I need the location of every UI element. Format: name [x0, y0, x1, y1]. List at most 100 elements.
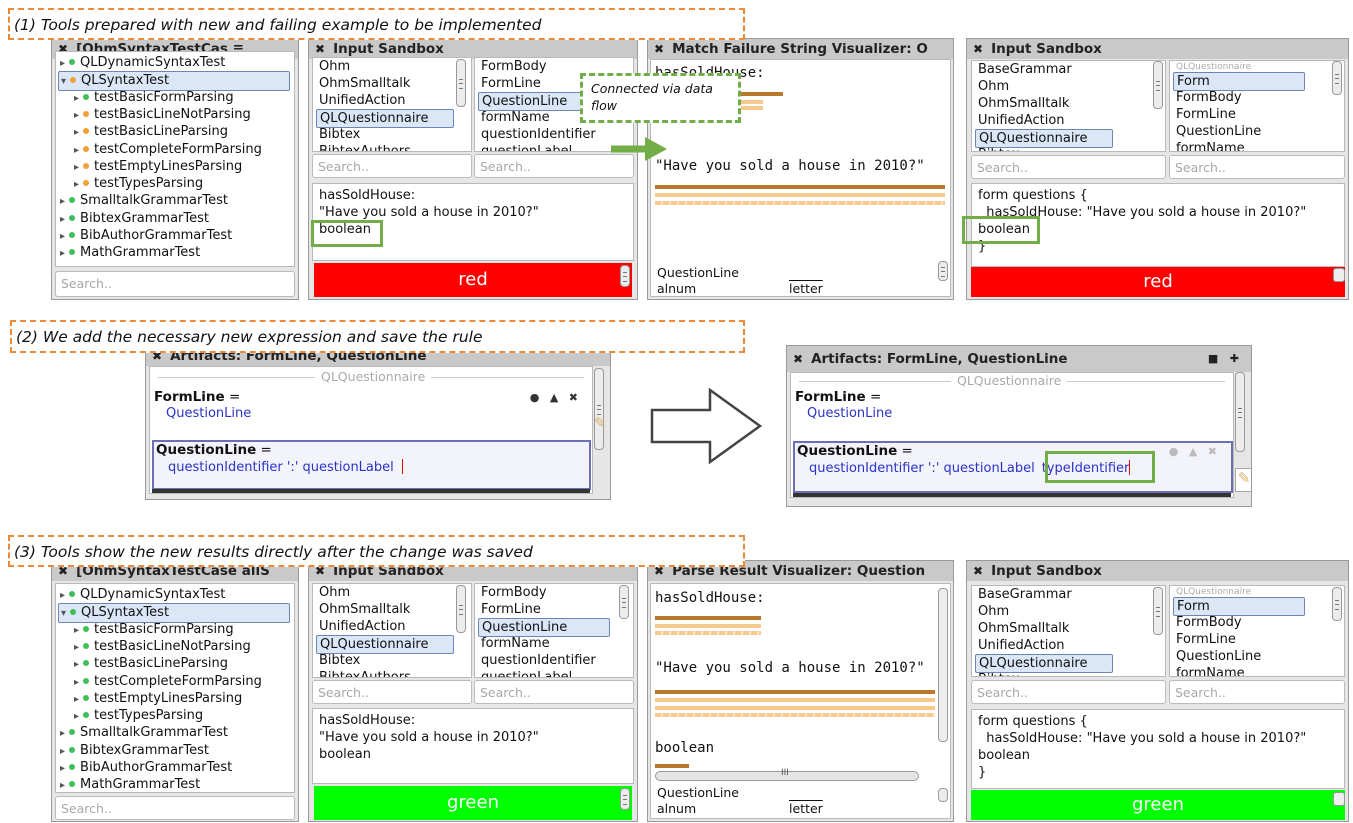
list-item[interactable]: OhmSmalltalk	[978, 95, 1069, 112]
grammar-search-input[interactable]: Search..	[971, 155, 1166, 179]
rule-body-formline[interactable]: QuestionLine	[166, 406, 251, 421]
visualizer-title-bar[interactable]: ✖ Match Failure String Visualizer: O	[648, 39, 953, 59]
chevron-right-icon[interactable]: ▸	[60, 728, 65, 739]
list-item[interactable]: BaseGrammar	[978, 586, 1072, 603]
list-item[interactable]: Bibtex	[978, 671, 1019, 676]
status-scroll-handle[interactable]	[620, 265, 630, 287]
list-item[interactable]: FormBody	[1176, 89, 1242, 106]
status-scroll-handle[interactable]	[620, 788, 630, 810]
list-item[interactable]: formName	[1176, 140, 1245, 151]
chevron-right-icon[interactable]: ▸	[74, 145, 79, 156]
test-tree-item[interactable]: ▸ MathGrammarTest	[60, 776, 200, 792]
rule-list-scrollbar[interactable]	[1332, 587, 1342, 621]
list-item[interactable]: Bibtex	[319, 126, 360, 143]
list-item[interactable]: Ohm	[978, 78, 1009, 95]
list-item[interactable]: formName	[1176, 665, 1245, 676]
input-text-area[interactable]: form questions { hasSoldHouse: "Have you…	[971, 709, 1345, 789]
rule-editor-questionline[interactable]: QuestionLine = questionIdentifier ':' qu…	[152, 440, 591, 490]
rule-header-formline[interactable]: FormLine =	[795, 389, 881, 405]
list-item[interactable]: FormLine	[1176, 106, 1236, 123]
rule-list-scrollbar[interactable]	[619, 585, 629, 619]
test-tree-item[interactable]: ▸ testBasicLineParsing	[74, 123, 228, 141]
grammar-list[interactable]: BaseGrammar Ohm OhmSmalltalk UnifiedAction Q…	[971, 60, 1166, 152]
test-tree-item[interactable]: ▸ BibAuthorGrammarTest	[60, 227, 232, 245]
chevron-right-icon[interactable]: ▸	[60, 746, 65, 757]
list-item[interactable]: FormLine	[481, 601, 541, 618]
test-tree-item[interactable]: ▸ testCompleteFormParsing	[74, 673, 262, 691]
rule-list[interactable]: FormBody FormLine QuestionLine formName ques…	[474, 583, 634, 678]
close-icon[interactable]: ✖	[569, 391, 578, 404]
chevron-right-icon[interactable]: ▸	[74, 659, 79, 670]
list-item[interactable]: questionIdentifier	[481, 126, 596, 143]
list-item[interactable]: UnifiedAction	[978, 112, 1065, 129]
test-tree-item[interactable]: ▸ BibtexGrammarTest	[60, 210, 209, 228]
chevron-right-icon[interactable]: ▸	[74, 694, 79, 705]
edit-pencil-icon[interactable]: ✎	[1235, 468, 1251, 492]
list-item[interactable]: formName	[481, 109, 550, 126]
test-tree-item[interactable]: ▸ testBasicLineNotParsing	[74, 638, 251, 656]
chevron-right-icon[interactable]: ▸	[74, 179, 79, 190]
chevron-right-icon[interactable]: ▸	[60, 58, 65, 69]
list-item[interactable]: QuestionLine	[1176, 123, 1261, 140]
chevron-right-icon[interactable]: ▸	[74, 110, 79, 121]
grammar-list-scrollbar[interactable]	[1153, 61, 1163, 109]
rule-editor-questionline[interactable]: QuestionLine = ● ▲ ✖ questionIdentifier …	[793, 441, 1233, 493]
pin-icon[interactable]: ✚	[1230, 352, 1239, 365]
test-tree-item[interactable]: ▸ QLDynamicSyntaxTest	[60, 54, 225, 72]
chevron-right-icon[interactable]: ▸	[60, 763, 65, 774]
test-tree-item[interactable]: ▸ testEmptyLinesParsing	[74, 690, 242, 708]
test-tree-item[interactable]: ▸ QLDynamicSyntaxTest	[60, 586, 225, 604]
list-item[interactable]: questionLabel	[481, 143, 572, 151]
chevron-right-icon[interactable]: ▸	[74, 711, 79, 722]
list-item[interactable]: OhmSmalltalk	[978, 620, 1069, 637]
rule-body-questionline[interactable]: questionIdentifier ':' questionLabel	[168, 459, 403, 475]
chevron-right-icon[interactable]: ▸	[60, 590, 65, 601]
list-item[interactable]: OhmSmalltalk	[319, 601, 410, 618]
close-icon[interactable]: ✖	[793, 346, 803, 372]
editor-title-bar[interactable]: ✖ Artifacts: FormLine, QuestionLine ■ ✚	[787, 346, 1251, 372]
chevron-right-icon[interactable]: ▸	[74, 162, 79, 173]
chevron-right-icon[interactable]: ▸	[60, 780, 65, 791]
status-scroll-handle[interactable]	[1333, 268, 1345, 282]
test-search-input[interactable]: Search..	[55, 271, 295, 297]
chevron-right-icon[interactable]: ▸	[74, 677, 79, 688]
editor-scrollbar[interactable]	[1235, 372, 1245, 452]
list-item[interactable]: Ohm	[978, 603, 1009, 620]
list-item[interactable]: QuestionLine	[1176, 648, 1261, 665]
test-tree-item[interactable]: ▸ BibAuthorGrammarTest	[60, 759, 232, 777]
test-tree-item[interactable]: ▸ testEmptyLinesParsing	[74, 158, 242, 176]
test-tree-item[interactable]: ▸ testBasicLineNotParsing	[74, 106, 251, 124]
visualizer-scrollbar[interactable]	[938, 261, 948, 281]
chevron-right-icon[interactable]: ▸	[60, 196, 65, 207]
list-item[interactable]: formName	[481, 635, 550, 652]
list-item[interactable]: UnifiedAction	[319, 92, 406, 109]
chevron-right-icon[interactable]: ▸	[74, 127, 79, 138]
test-tree-item[interactable]: ▸ testBasicFormParsing	[74, 89, 234, 107]
list-item[interactable]: questionLabel	[481, 669, 572, 677]
chevron-right-icon[interactable]: ▸	[60, 214, 65, 225]
editor-scrollbar[interactable]	[594, 368, 604, 450]
sandbox-title-bar[interactable]: ✖ Input Sandbox	[967, 561, 1348, 581]
chevron-right-icon[interactable]: ▸	[60, 231, 65, 242]
close-icon[interactable]: ✖	[973, 561, 983, 581]
rule-search-input[interactable]: Search..	[1169, 680, 1345, 704]
chevron-right-icon[interactable]: ▸	[74, 93, 79, 104]
test-tree-item[interactable]: ▸ testBasicLineParsing	[74, 655, 228, 673]
test-tree-item[interactable]: ▸ SmalltalkGrammarTest	[60, 724, 228, 742]
horizontal-scrollbar[interactable]: III	[655, 768, 919, 781]
chevron-down-icon[interactable]: ▾	[61, 608, 66, 619]
list-item[interactable]: BibtexAuthors	[319, 143, 411, 151]
rule-list-scrollbar[interactable]	[1332, 61, 1342, 95]
maximize-icon[interactable]: ■	[1208, 352, 1218, 365]
grammar-search-input[interactable]: Search..	[971, 680, 1166, 704]
visualizer-footer-scrollbar[interactable]	[938, 788, 948, 802]
close-icon[interactable]: ✖	[973, 39, 983, 59]
test-tree-item[interactable]: ▸ BibtexGrammarTest	[60, 742, 209, 760]
grammar-list-scrollbar[interactable]	[456, 59, 466, 107]
test-search-input[interactable]: Search..	[55, 796, 295, 820]
test-tree-item[interactable]: ▸ testTypesParsing	[74, 175, 203, 193]
dot-icon[interactable]: ●	[530, 391, 540, 404]
rule-list[interactable]: QLQuestionnaire Form FormBody FormLine Quest…	[1169, 60, 1345, 152]
test-tree-item[interactable]: ▸ testCompleteFormParsing	[74, 141, 262, 159]
list-item[interactable]: Ohm	[319, 584, 350, 601]
